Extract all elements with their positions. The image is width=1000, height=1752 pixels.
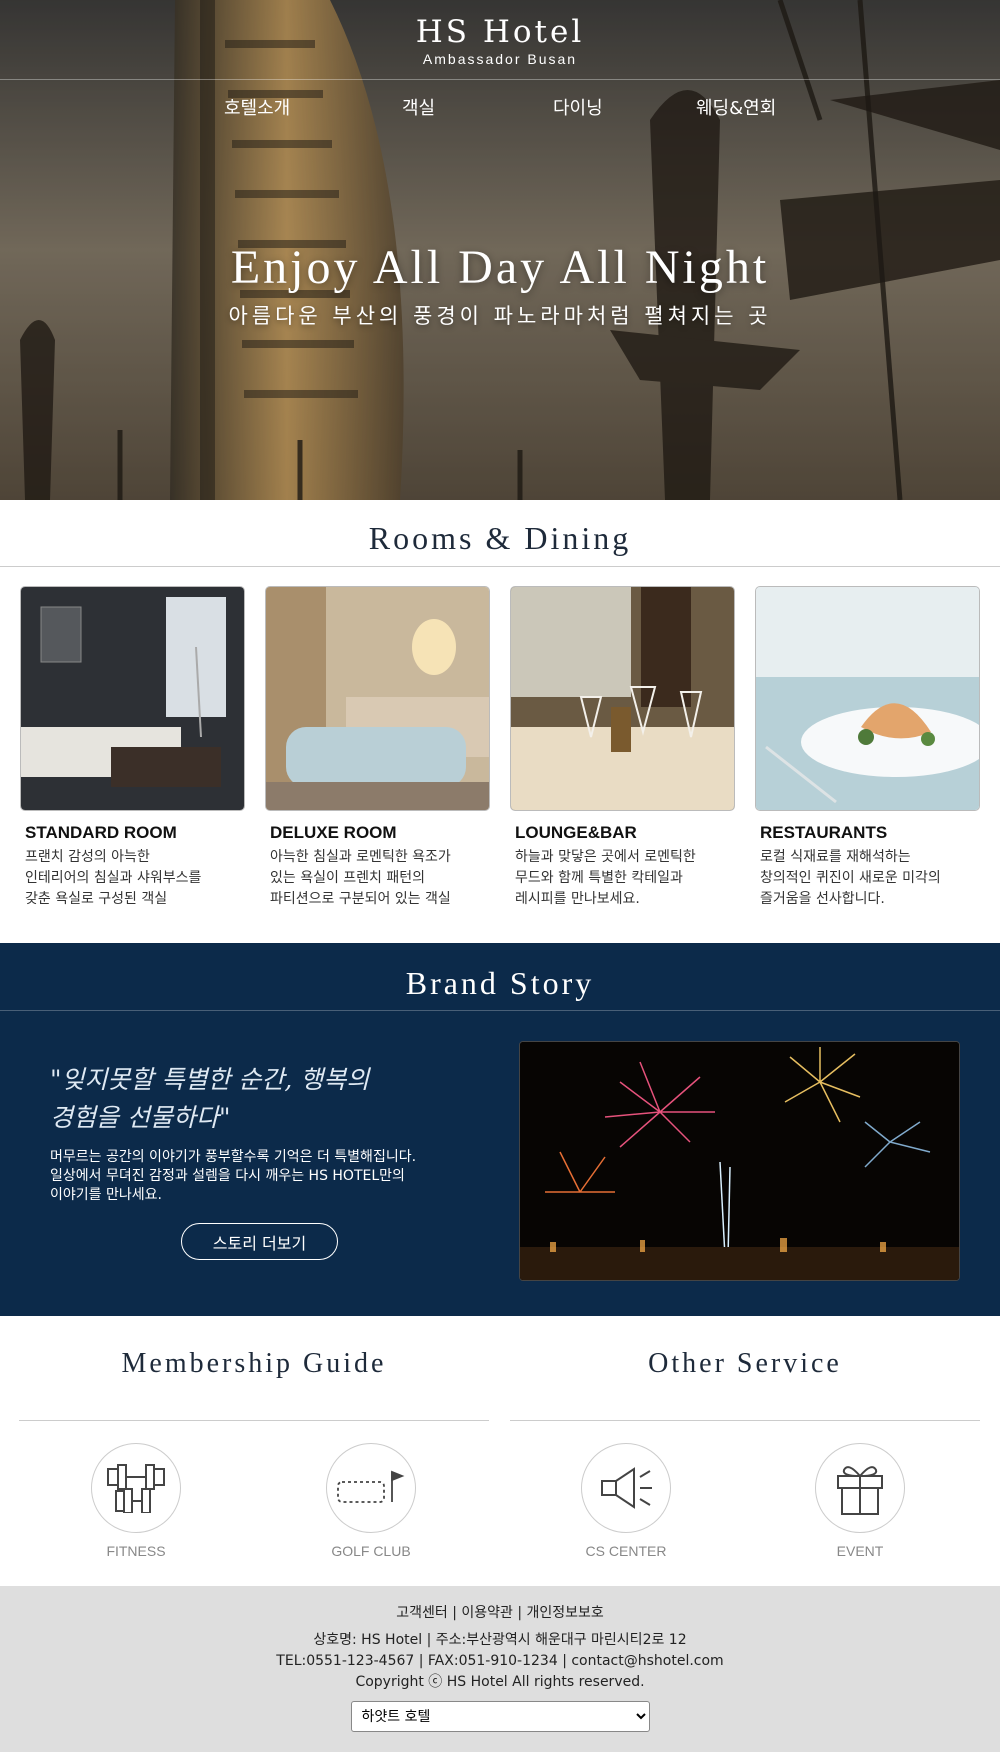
card-description: 로컬 식재료를 재해석하는 창의적인 퀴진이 새로운 미각의 즐거움을 선사합니다. [760, 849, 941, 907]
footer-separator: | [517, 1605, 523, 1621]
footer-link-terms[interactable]: 이용약관 [461, 1605, 513, 1621]
golf-club-label: GOLF CLUB [331, 1543, 411, 1559]
brand-story-title: Brand Story [405, 965, 595, 1001]
brand-story-text: 머무르는 공간의 이야기가 풍부할수록 기억은 더 특별해집니다. 일상에서 무뎌… [50, 1149, 417, 1203]
nav-item-dining[interactable]: 다이닝 [553, 94, 603, 120]
dumbbell-icon [107, 1464, 165, 1513]
footer-info: 상호명: HS Hotel | 주소:부산광역시 해운대구 마린시티2로 12 … [0, 1630, 1000, 1693]
card-standard-room[interactable]: STANDARD ROOM 프랜치 감성의 아늑한 인테리어의 침실과 샤워부스를… [20, 586, 245, 910]
brand-story-divider [0, 1010, 1000, 1011]
brand-story-section: Brand Story "잊지못할 특별한 순간, 행복의 경험을 선물하다" 머… [0, 943, 1000, 1316]
footer-links: 고객센터 | 이용약관 | 개인정보보호 [0, 1602, 1000, 1622]
fireworks-image [519, 1041, 960, 1281]
card-description: 프랜치 감성의 아늑한 인테리어의 침실과 샤워부스를 갖춘 욕실로 구성된 객실 [25, 849, 202, 907]
footer-link-privacy[interactable]: 개인정보보호 [527, 1605, 604, 1621]
card-deluxe-room[interactable]: DELUXE ROOM 아늑한 침실과 로멘틱한 욕조가 있는 욕실이 프렌치 패… [265, 586, 490, 910]
footer: 고객센터 | 이용약관 | 개인정보보호 상호명: HS Hotel | 주소:… [0, 1586, 1000, 1752]
card-title: RESTAURANTS [760, 823, 888, 842]
brand-name: HS Hotel [415, 14, 585, 50]
footer-contact: TEL:0551-123-4567 | FAX:051-910-1234 | c… [276, 1653, 724, 1669]
membership-title: Membership Guide [121, 1348, 387, 1379]
guides-section: Membership Guide FITNESS GOLF CLUB Other… [0, 1316, 1000, 1586]
brand-story-quote: "잊지못할 특별한 순간, 행복의 경험을 선물하다" [50, 1065, 370, 1132]
restaurants-image[interactable] [755, 586, 980, 811]
card-title: LOUNGE&BAR [515, 823, 637, 842]
fitness-item[interactable]: FITNESS [89, 1443, 183, 1559]
brand-logo[interactable]: HS Hotel Ambassador Busan [0, 14, 1000, 67]
other-service: Other Service CS CENTER EVENT [510, 1348, 980, 1559]
hero-title: Enjoy All Day All Night [230, 241, 770, 294]
card-description: 아늑한 침실과 로멘틱한 욕조가 있는 욕실이 프렌치 패턴의 파티션으로 구분되어… [270, 849, 451, 907]
membership-guide: Membership Guide FITNESS GOLF CLUB [19, 1348, 489, 1559]
megaphone-icon [601, 1467, 652, 1509]
hero-banner: HS Hotel Ambassador Busan 호텔소개 객실 다이닝 웨딩… [0, 0, 1000, 500]
footer-company: 상호명: HS Hotel | 주소:부산광역시 해운대구 마린시티2로 12 [313, 1632, 687, 1648]
story-more-button[interactable]: 스토리 더보기 [181, 1223, 338, 1260]
standard-room-image[interactable] [20, 586, 245, 811]
family-site-select[interactable]: 하얏트 호텔 [350, 1701, 650, 1732]
card-title: DELUXE ROOM [270, 823, 397, 842]
card-description: 하늘과 맞닿은 곳에서 로멘틱한 무드와 함께 특별한 칵테일과 레시피를 만나보세… [515, 849, 696, 907]
card-lounge-bar[interactable]: LOUNGE&BAR 하늘과 맞닿은 곳에서 로멘틱한 무드와 함께 특별한 칵테… [510, 586, 735, 910]
nav-divider [0, 79, 1000, 80]
brand-subtitle: Ambassador Busan [422, 51, 578, 67]
nav-item-wedding[interactable]: 웨딩&연회 [696, 94, 776, 120]
cs-center-item[interactable]: CS CENTER [579, 1443, 673, 1559]
card-restaurants[interactable]: RESTAURANTS 로컬 식재료를 재해석하는 창의적인 퀴진이 새로운 미각… [755, 586, 980, 910]
membership-divider [19, 1420, 489, 1421]
lounge-bar-image[interactable] [510, 586, 735, 811]
event-item[interactable]: EVENT [813, 1443, 907, 1559]
golf-club-item[interactable]: GOLF CLUB [324, 1443, 418, 1559]
footer-copyright: Copyright ⓒ HS Hotel All rights reserved… [355, 1674, 645, 1690]
nav-item-about[interactable]: 호텔소개 [224, 94, 290, 120]
footer-link-cs[interactable]: 고객센터 [396, 1605, 448, 1621]
service-title: Other Service [648, 1348, 842, 1379]
cs-center-label: CS CENTER [585, 1543, 667, 1559]
hero-subtitle: 아름다운 부산의 풍경이 파노라마처럼 펼쳐지는 곳 [228, 304, 772, 328]
card-title: STANDARD ROOM [25, 823, 177, 842]
deluxe-room-image[interactable] [265, 586, 490, 811]
service-divider [510, 1420, 980, 1421]
rooms-section-title: Rooms & Dining [368, 520, 632, 556]
rooms-divider [0, 566, 1000, 567]
gift-icon [837, 1466, 883, 1515]
fitness-label: FITNESS [106, 1543, 166, 1559]
nav-item-rooms[interactable]: 객실 [402, 94, 435, 120]
event-label: EVENT [836, 1543, 884, 1559]
footer-separator: | [452, 1605, 457, 1621]
rooms-card-list: STANDARD ROOM 프랜치 감성의 아늑한 인테리어의 침실과 샤워부스를… [20, 586, 980, 910]
golf-flag-icon [337, 1470, 405, 1503]
